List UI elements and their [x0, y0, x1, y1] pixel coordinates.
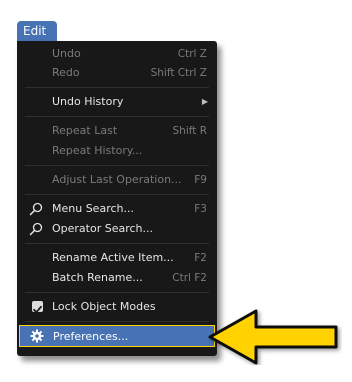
pointer-arrow-icon [208, 309, 338, 365]
menu-item-lock-object-modes[interactable]: Lock Object Modes [17, 296, 217, 318]
menu-item-redo[interactable]: Redo Shift Ctrl Z [17, 62, 217, 84]
search-icon [29, 202, 43, 216]
search-icon [29, 222, 43, 236]
menu-item-repeat-last[interactable]: Repeat Last Shift R [17, 120, 217, 142]
checkmark-icon [33, 305, 42, 314]
menu-item-preferences[interactable]: Preferences... [19, 325, 215, 347]
edit-dropdown-menu: Undo Ctrl Z Redo Shift Ctrl Z Undo Histo… [17, 41, 217, 356]
menu-item-repeat-history[interactable]: Repeat History... [17, 140, 217, 162]
menu-item-operator-search[interactable]: Operator Search... [17, 218, 217, 240]
submenu-arrow-icon: ▶ [201, 97, 208, 106]
separator [25, 87, 209, 88]
menu-item-batch-rename[interactable]: Batch Rename... Ctrl F2 [17, 267, 217, 289]
gear-icon [30, 329, 44, 343]
menu-item-adjust-last-operation[interactable]: Adjust Last Operation... F9 [17, 169, 217, 191]
separator [25, 321, 209, 322]
menu-item-rename-active-item[interactable]: Rename Active Item... F2 [17, 247, 217, 269]
checkbox-icon[interactable] [32, 301, 43, 314]
menu-item-undo-history[interactable]: Undo History ▶ [17, 91, 217, 113]
menu-item-menu-search[interactable]: Menu Search... F3 [17, 198, 217, 220]
separator [25, 165, 209, 166]
separator [25, 243, 209, 244]
separator [25, 292, 209, 293]
separator [25, 116, 209, 117]
separator [25, 194, 209, 195]
edit-menu-tab[interactable]: Edit [17, 21, 57, 41]
